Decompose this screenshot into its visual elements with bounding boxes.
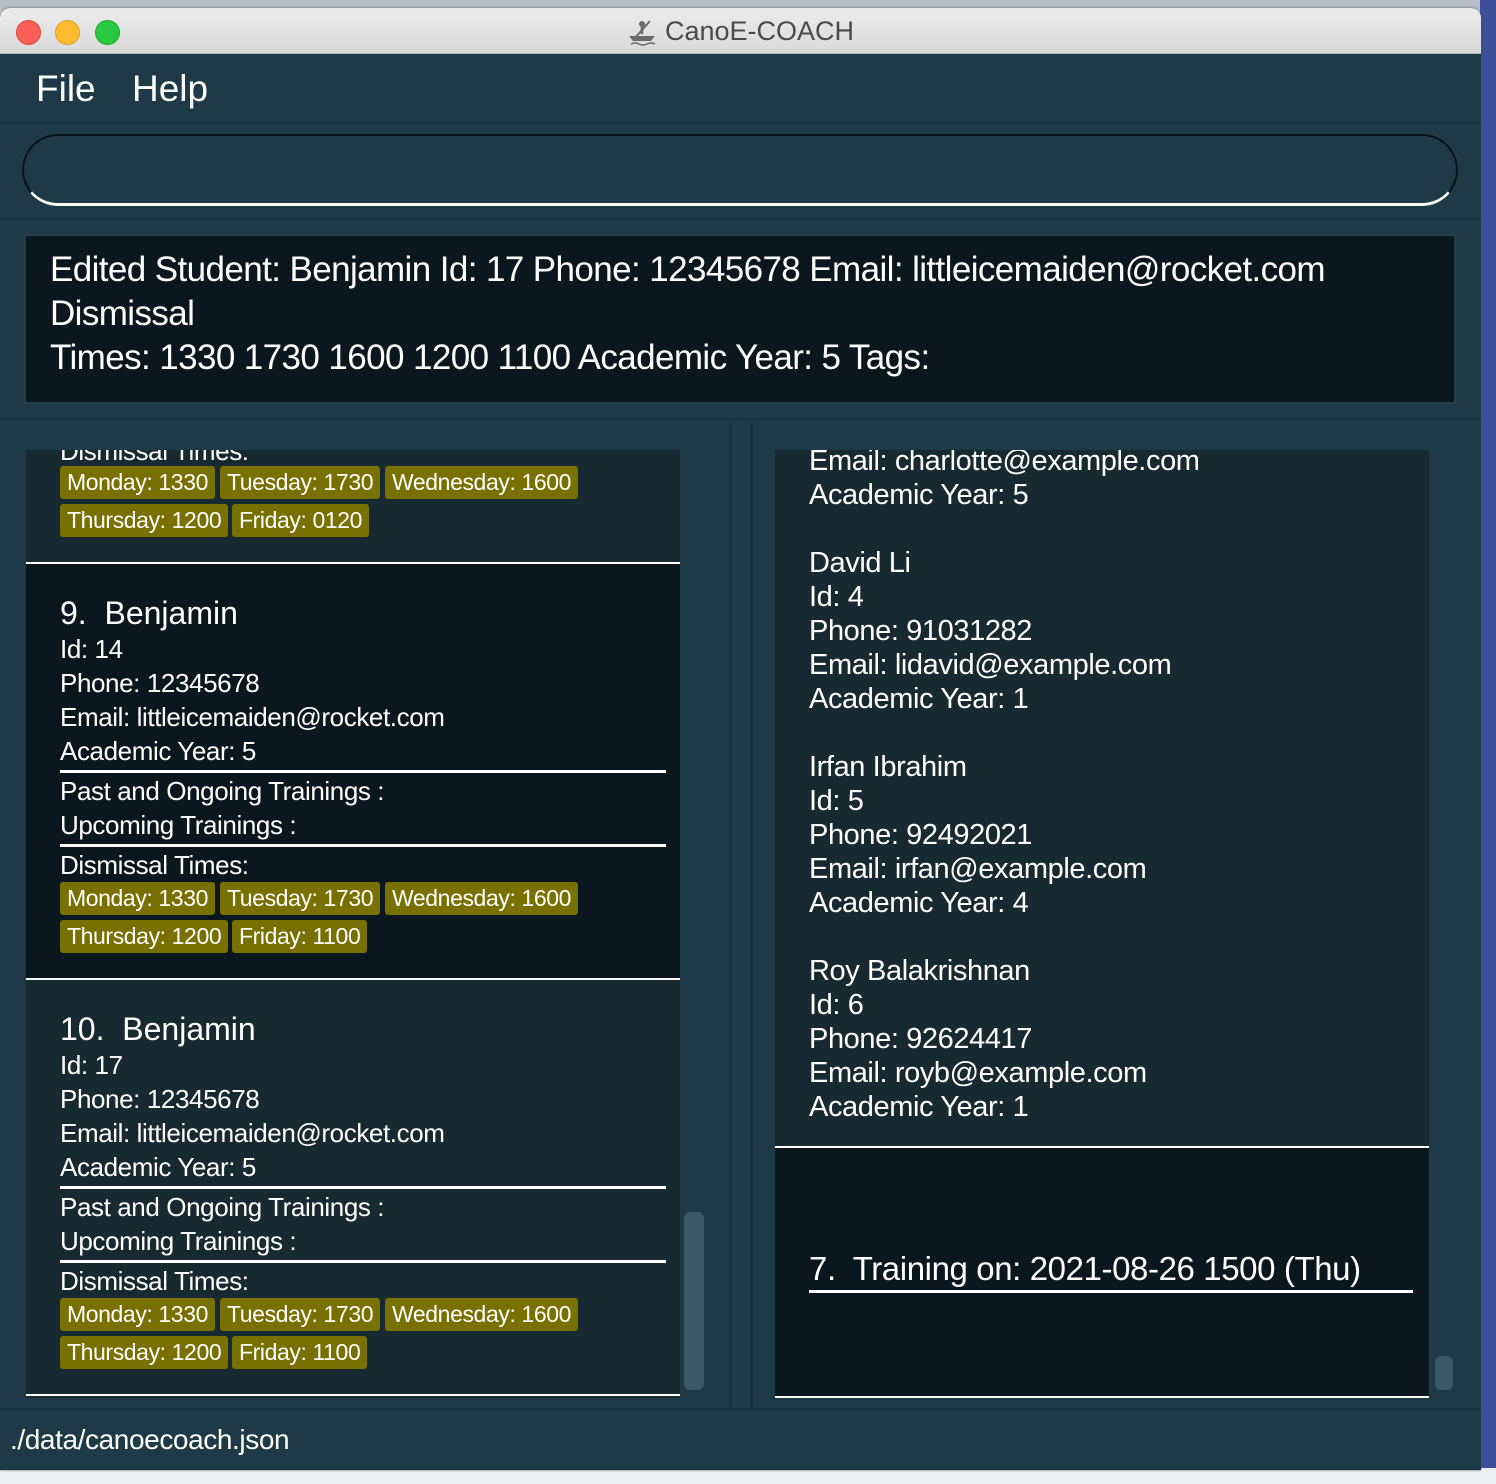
dismissal-tag: Friday: 0120: [232, 504, 370, 537]
attendee-id: Id: 6: [809, 989, 864, 1021]
student-list[interactable]: Dismissal Times: Monday: 1330 Tuesday: 1…: [26, 450, 680, 1398]
attendee-id: Id: 5: [809, 785, 864, 817]
attendee-phone: Phone: 92492021: [809, 819, 1032, 851]
title-bar: CanoE-COACH: [0, 8, 1481, 54]
student-card[interactable]: 9. Benjamin Id: 14 Phone: 12345678 Email…: [26, 564, 680, 978]
dismissal-label: Dismissal Times:: [60, 1266, 249, 1296]
result-line-2: Times: 1330 1730 1600 1200 1100 Academic…: [50, 338, 930, 377]
student-name: Benjamin: [104, 595, 238, 631]
menu-file[interactable]: File: [30, 64, 102, 114]
data-file-path: ./data/canoecoach.json: [10, 1424, 290, 1455]
result-display: Edited Student: Benjamin Id: 17 Phone: 1…: [24, 234, 1456, 404]
student-name: Benjamin: [122, 1011, 256, 1047]
past-trainings-label: Past and Ongoing Trainings :: [60, 1192, 385, 1222]
student-phone: Phone: 12345678: [60, 668, 260, 698]
attendee-email: Email: irfan@example.com: [809, 853, 1147, 885]
attendee-name: Irfan Ibrahim: [809, 751, 967, 783]
dismissal-tag: Tuesday: 1730: [220, 466, 381, 499]
student-email: Email: littleicemaiden@rocket.com: [60, 702, 445, 732]
attendee-name: Roy Balakrishnan: [809, 955, 1030, 987]
student-card[interactable]: 10. Benjamin Id: 17 Phone: 12345678 Emai…: [26, 980, 680, 1394]
desktop-background-bottom: [0, 1468, 1496, 1484]
card-separator: [26, 1394, 680, 1396]
student-index: 10.: [60, 1011, 105, 1047]
dismissal-tag: Friday: 1100: [232, 1336, 368, 1369]
training-list-scroll-thumb[interactable]: [1435, 1356, 1453, 1390]
dismissal-tag: Wednesday: 1600: [385, 466, 578, 499]
training-label: Training on: 2021-08-26 1500 (Thu): [852, 1250, 1361, 1287]
student-card-partial[interactable]: Dismissal Times: Monday: 1330 Tuesday: 1…: [26, 450, 680, 562]
card-separator: [775, 1396, 1429, 1398]
attendee-year: Academic Year: 1: [809, 683, 1029, 715]
dismissal-tag: Friday: 1100: [232, 920, 368, 953]
dismissal-label: Dismissal Times:: [60, 850, 249, 880]
attendee-phone: Phone: 91031282: [809, 615, 1032, 647]
dismissal-tag: Tuesday: 1730: [220, 882, 381, 915]
student-index: 9.: [60, 595, 87, 631]
attendee-name: David Li: [809, 547, 911, 579]
training-list[interactable]: Email: charlotte@example.com Academic Ye…: [775, 450, 1429, 1398]
training-card[interactable]: Email: charlotte@example.com Academic Ye…: [775, 450, 1429, 1148]
status-bar: ./data/canoecoach.json: [0, 1408, 1481, 1470]
card-divider: [60, 844, 666, 847]
student-email: Email: littleicemaiden@rocket.com: [60, 1118, 445, 1148]
dismissal-tag: Thursday: 1200: [60, 1336, 229, 1369]
upcoming-trainings-label: Upcoming Trainings :: [60, 810, 297, 840]
menu-help[interactable]: Help: [126, 64, 214, 114]
student-id: Id: 14: [60, 634, 123, 664]
student-list-pane: Dismissal Times: Monday: 1330 Tuesday: 1…: [2, 422, 732, 1408]
dismissal-tag: Wednesday: 1600: [385, 882, 578, 915]
student-id: Id: 17: [60, 1050, 123, 1080]
training-title: 7. Training on: 2021-08-26 1500 (Thu): [809, 1248, 1361, 1290]
student-name-row: 10. Benjamin: [60, 1010, 256, 1048]
card-divider: [60, 770, 666, 773]
result-display-area: Edited Student: Benjamin Id: 17 Phone: 1…: [0, 218, 1481, 418]
attendee-email: Email: royb@example.com: [809, 1057, 1147, 1089]
dismissal-tag: Monday: 1330: [60, 882, 215, 915]
training-index: 7.: [809, 1250, 836, 1287]
card-divider: [60, 1260, 666, 1263]
window-title: CanoE-COACH: [664, 15, 855, 46]
training-list-pane: Email: charlotte@example.com Academic Ye…: [750, 422, 1478, 1408]
student-phone: Phone: 12345678: [60, 1084, 260, 1114]
attendee-phone: Phone: 92624417: [809, 1023, 1032, 1055]
dismissal-tag: Monday: 1330: [60, 1298, 215, 1331]
training-divider: [809, 1290, 1413, 1293]
attendee-year: Academic Year: 5: [809, 479, 1029, 511]
dismissal-tag: Wednesday: 1600: [385, 1298, 578, 1331]
attendee-email: Email: lidavid@example.com: [809, 649, 1172, 681]
card-divider: [60, 1186, 666, 1189]
student-year: Academic Year: 5: [60, 736, 256, 766]
student-year: Academic Year: 5: [60, 1152, 256, 1182]
upcoming-trainings-label: Upcoming Trainings :: [60, 1226, 297, 1256]
app-window: CanoE-COACH File Help Edited Student: Be…: [0, 8, 1481, 1470]
training-card[interactable]: 7. Training on: 2021-08-26 1500 (Thu): [775, 1148, 1429, 1398]
menu-bar: File Help: [0, 54, 1481, 122]
dismissal-tag: Thursday: 1200: [60, 504, 229, 537]
attendee-year: Academic Year: 1: [809, 1091, 1029, 1123]
command-input[interactable]: [22, 134, 1458, 206]
student-list-scrollbar[interactable]: [684, 1212, 704, 1390]
desktop-background-right: [1480, 0, 1496, 1484]
lists-area: Dismissal Times: Monday: 1330 Tuesday: 1…: [0, 418, 1481, 1408]
dismissal-tag: Monday: 1330: [60, 466, 215, 499]
attendee-id: Id: 4: [809, 581, 864, 613]
result-line-1: Edited Student: Benjamin Id: 17 Phone: 1…: [50, 250, 1326, 333]
student-name-row: 9. Benjamin: [60, 594, 238, 632]
attendee-year: Academic Year: 4: [809, 887, 1029, 919]
dismissal-tag: Thursday: 1200: [60, 920, 229, 953]
student-list-scroll-thumb[interactable]: [684, 1212, 704, 1390]
canoe-icon: [628, 20, 656, 46]
command-box-area: [0, 122, 1481, 218]
past-trainings-label: Past and Ongoing Trainings :: [60, 776, 385, 806]
dismissal-tag: Tuesday: 1730: [220, 1298, 381, 1331]
attendee-email: Email: charlotte@example.com: [809, 450, 1200, 477]
